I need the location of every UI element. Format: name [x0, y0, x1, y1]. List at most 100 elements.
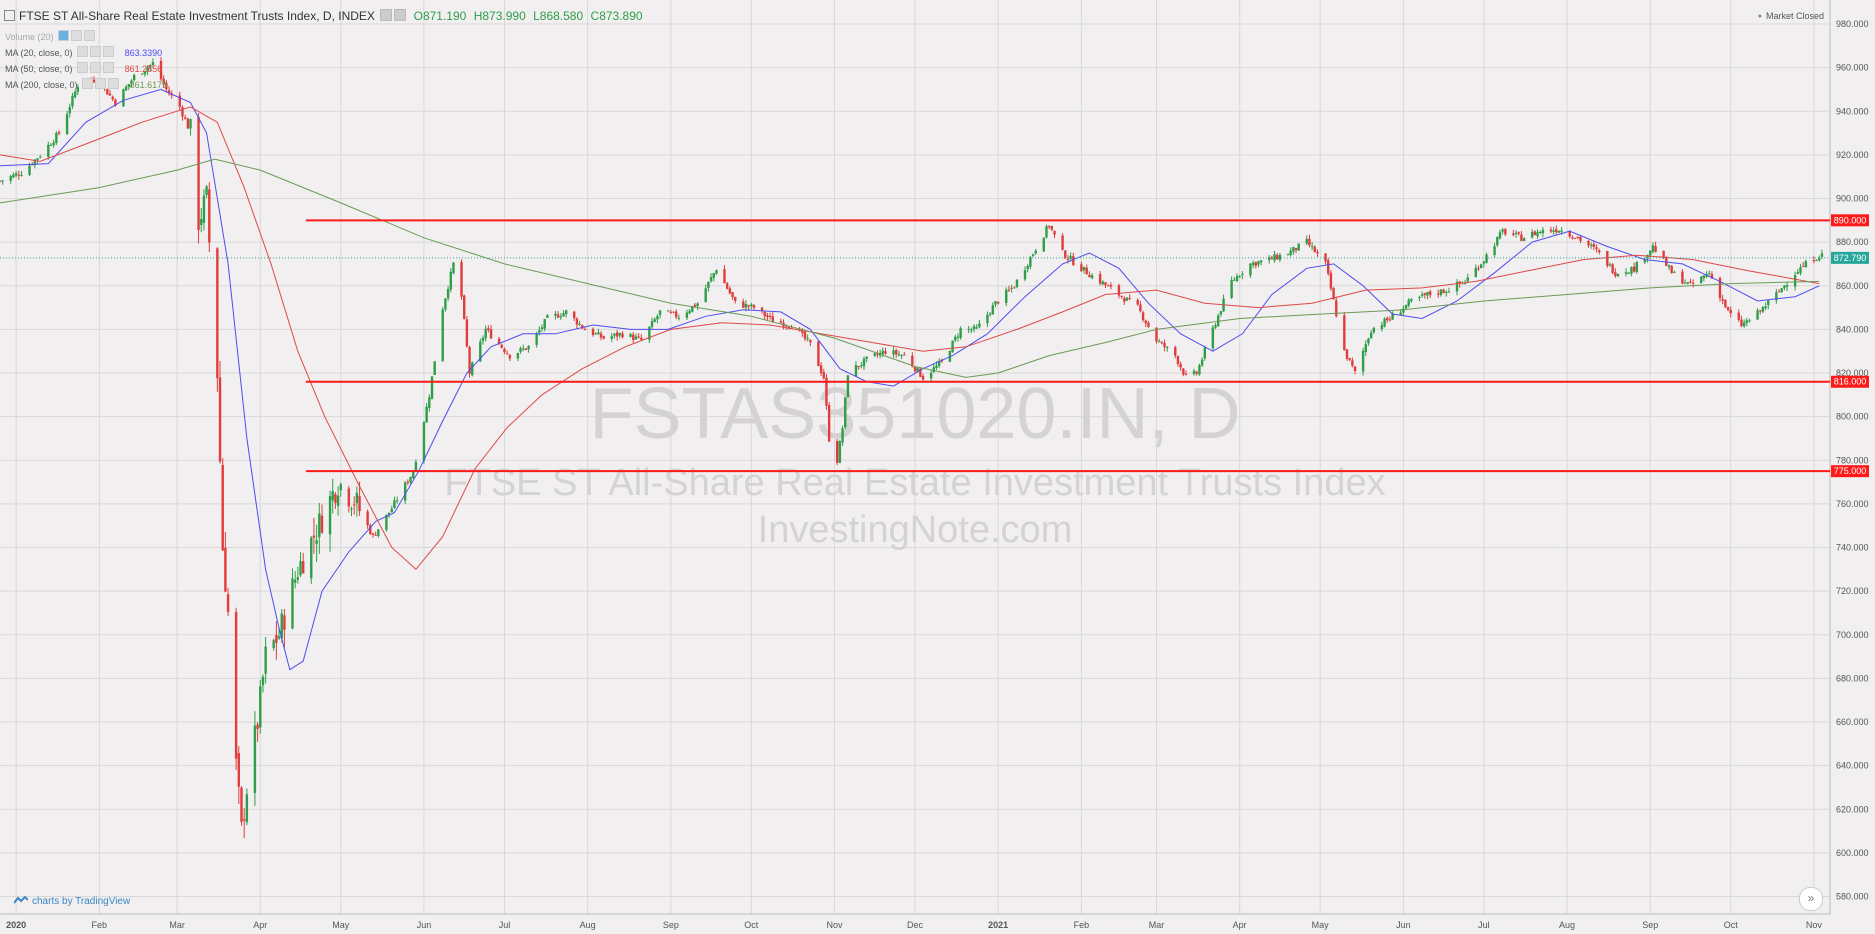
- collapse-legend-icon[interactable]: [4, 10, 15, 21]
- candle-body: [750, 304, 753, 306]
- candle-body: [865, 356, 868, 359]
- close-icon[interactable]: [108, 78, 120, 89]
- y-tick-label: 900.000: [1836, 194, 1869, 204]
- close-icon[interactable]: [103, 46, 115, 57]
- candle-body: [744, 304, 748, 308]
- candle-body: [1163, 342, 1166, 348]
- candle-body: [484, 328, 487, 339]
- candle-body: [1, 180, 4, 182]
- x-tick-label: May: [332, 920, 350, 930]
- candle-body: [500, 344, 503, 348]
- y-tick-label: 860.000: [1836, 281, 1869, 291]
- candle-body: [334, 494, 337, 503]
- indicator-ma50[interactable]: MA (50, close, 0) 861.2556: [5, 62, 162, 74]
- settings-icon[interactable]: [95, 78, 107, 89]
- candle-body: [205, 186, 208, 195]
- y-tick-label: 780.000: [1836, 455, 1869, 465]
- candle-body: [629, 334, 632, 337]
- candle-body: [895, 350, 898, 355]
- candle-body: [122, 89, 125, 107]
- candle-body: [862, 358, 866, 367]
- candle-body: [425, 406, 428, 423]
- candle-body: [854, 365, 858, 377]
- candle-body: [728, 288, 732, 294]
- candle-body: [1023, 270, 1027, 280]
- close-icon[interactable]: [103, 62, 115, 73]
- candle-body: [685, 312, 689, 318]
- candle-body: [52, 142, 55, 146]
- candle-body: [538, 330, 541, 333]
- candle-body: [377, 529, 380, 536]
- candle-body: [1026, 265, 1029, 270]
- candle-body: [841, 428, 844, 443]
- tradingview-branding[interactable]: charts by TradingView: [14, 896, 130, 907]
- x-tick-label: Jul: [1478, 920, 1490, 930]
- candle-body: [1477, 268, 1480, 270]
- candle-body: [181, 107, 184, 117]
- candle-body: [535, 333, 538, 345]
- candle-body: [1504, 229, 1507, 235]
- horizontal-level-label: 890.000: [1834, 215, 1867, 225]
- candle-body: [1369, 332, 1373, 339]
- chart-header: FTSE ST All-Share Real Estate Investment…: [4, 9, 643, 23]
- candle-body: [428, 397, 431, 408]
- candle-body: [860, 365, 863, 367]
- candle-body: [1485, 254, 1488, 263]
- watermark-name: FTSE ST All-Share Real Estate Investment…: [444, 462, 1385, 504]
- candle-body: [975, 327, 978, 329]
- candle-body: [613, 333, 616, 336]
- y-tick-label: 660.000: [1836, 717, 1869, 727]
- settings-icon[interactable]: [71, 30, 83, 41]
- candle-body: [291, 578, 294, 629]
- indicator-ma200[interactable]: MA (200, close, 0) 861.6175: [5, 78, 167, 90]
- candle-body: [1029, 257, 1032, 267]
- candle-body: [371, 533, 375, 535]
- candle-body: [723, 269, 726, 284]
- candle-body: [17, 174, 20, 176]
- candle-body: [734, 296, 737, 301]
- candle-body: [1700, 276, 1703, 283]
- candle-body: [1539, 231, 1542, 233]
- candle-body: [347, 488, 351, 507]
- close-icon[interactable]: [394, 9, 407, 21]
- eye-icon[interactable]: [77, 62, 89, 73]
- candle-body: [275, 634, 278, 643]
- x-tick-label: Aug: [1559, 920, 1575, 930]
- eye-icon[interactable]: [77, 46, 89, 57]
- candle-body: [892, 350, 895, 355]
- candle-body: [318, 513, 321, 538]
- watermark-symbol: FSTAS351020.IN, D: [590, 374, 1241, 454]
- candle-body: [358, 495, 361, 512]
- candle-body: [320, 515, 324, 533]
- candle-body: [1192, 370, 1196, 375]
- candle-body: [374, 534, 377, 536]
- price-chart[interactable]: 980.000 960.000 940.000 920.000 900.000 880.0…: [0, 0, 1875, 934]
- candle-body: [951, 340, 954, 353]
- settings-icon[interactable]: [90, 62, 102, 73]
- candle-body: [1568, 231, 1571, 237]
- candle-body: [1380, 325, 1384, 330]
- candle-body: [1297, 243, 1300, 251]
- indicator-ma20[interactable]: MA (20, close, 0) 863.3390: [5, 46, 162, 58]
- candle-body: [293, 579, 297, 583]
- eye-icon[interactable]: [380, 9, 393, 21]
- candle-body: [1104, 282, 1107, 286]
- candle-body: [208, 189, 211, 243]
- indicator-volume[interactable]: Volume (20): [5, 30, 96, 42]
- candle-body: [1616, 273, 1620, 277]
- candle-body: [1388, 319, 1392, 321]
- eye-icon[interactable]: [82, 78, 94, 89]
- candle-body: [1708, 273, 1711, 275]
- candle-body: [1182, 368, 1185, 375]
- close-icon[interactable]: [84, 30, 96, 41]
- candle-body: [1783, 285, 1786, 289]
- candle-body: [1632, 266, 1636, 272]
- candle-body: [747, 305, 750, 307]
- candle-body: [725, 283, 729, 289]
- candle-body: [1560, 230, 1563, 232]
- settings-icon[interactable]: [90, 46, 102, 57]
- candle-body: [1289, 250, 1292, 256]
- candle-body: [1466, 277, 1469, 282]
- eye-icon[interactable]: [58, 30, 70, 41]
- scroll-to-realtime-button[interactable]: »: [1799, 887, 1823, 911]
